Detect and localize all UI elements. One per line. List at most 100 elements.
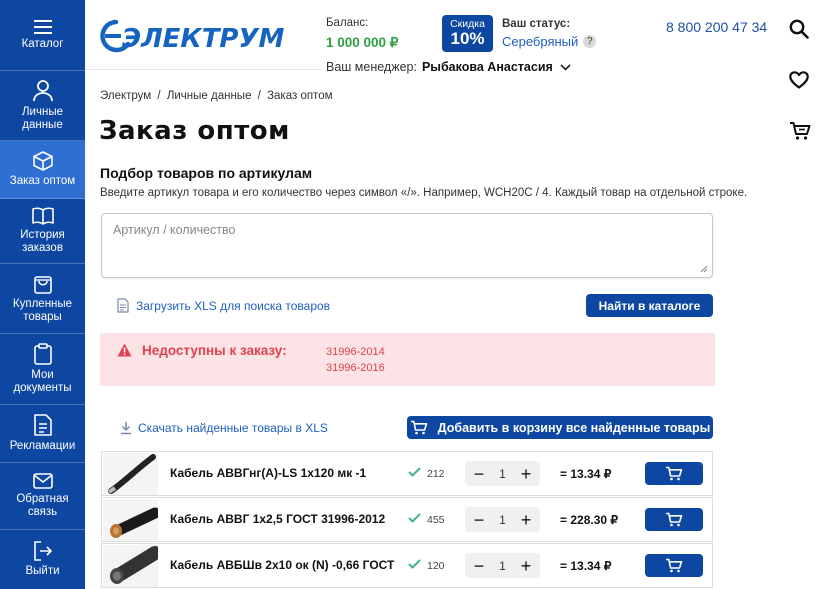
sidebar-item-label: Мои документы <box>13 369 72 394</box>
quantity-input[interactable]: 1 <box>499 467 506 481</box>
check-icon <box>408 467 421 477</box>
decrease-button[interactable]: − <box>473 557 485 575</box>
unavailable-codes: 31996-2014 31996-2016 <box>326 344 385 376</box>
add-all-label: Добавить в корзину все найденные товары <box>437 420 711 435</box>
breadcrumb-separator: / <box>257 90 261 102</box>
section-title: Подбор товаров по артикулам <box>100 165 313 181</box>
download-xls-link[interactable]: Скачать найденные товары в XLS <box>120 421 328 435</box>
check-icon <box>408 513 421 523</box>
product-image[interactable] <box>103 453 158 495</box>
cart-icon <box>666 558 683 573</box>
add-to-cart-button[interactable] <box>645 554 703 577</box>
hint-text: Введите артикул товара и его количество … <box>100 187 748 199</box>
download-icon <box>121 422 131 435</box>
product-price: = 228.30 ₽ <box>560 513 619 527</box>
sidebar-item-claims[interactable]: Рекламации <box>0 405 85 463</box>
clipboard-icon <box>33 343 52 365</box>
breadcrumb-link-personal[interactable]: Личные данные <box>167 90 252 102</box>
stock-count: 212 <box>427 468 445 480</box>
product-image[interactable] <box>103 545 158 587</box>
increase-button[interactable]: + <box>520 511 532 529</box>
article-quantity-textarea[interactable]: Артикул / количество <box>101 213 713 278</box>
logo-text: ЭЛЕКТРУМ <box>122 24 284 54</box>
add-to-cart-button[interactable] <box>645 508 703 531</box>
menu-icon <box>33 19 52 34</box>
sidebar-item-feedback[interactable]: Обратная связь <box>0 463 85 530</box>
logout-icon <box>33 541 53 561</box>
cart-icon[interactable] <box>789 121 811 141</box>
logo[interactable]: ЭЛЕКТРУМ <box>98 18 284 54</box>
phone-number[interactable]: 8 800 200 47 34 <box>666 19 767 35</box>
heart-icon[interactable] <box>789 71 809 89</box>
sidebar-item-wholesale[interactable]: Заказ оптом <box>0 141 85 199</box>
upload-xls-link[interactable]: Загрузить XLS для поиска товаров <box>117 298 330 313</box>
sidebar-item-documents[interactable]: Мои документы <box>0 334 85 405</box>
cart-icon <box>410 420 427 435</box>
search-icon[interactable] <box>789 19 809 39</box>
product-row: Кабель АВВГ 1х2,5 ГОСТ 31996-2012 455 − … <box>101 497 713 542</box>
sidebar-item-label: История заказов <box>20 229 65 254</box>
sidebar-item-history[interactable]: История заказов <box>0 199 85 264</box>
quantity-input[interactable]: 1 <box>499 559 506 573</box>
sidebar-item-logout[interactable]: Выйти <box>0 530 85 589</box>
status-text: Серебряный <box>502 34 579 49</box>
stock-count: 455 <box>427 514 445 526</box>
stock-count: 120 <box>427 560 445 572</box>
increase-button[interactable]: + <box>520 465 532 483</box>
book-icon <box>31 207 54 225</box>
manager-name: Рыбакова Анастасия <box>421 60 553 74</box>
increase-button[interactable]: + <box>520 557 532 575</box>
quantity-stepper: − 1 + <box>465 461 540 486</box>
alert-title: Недоступны к заказу: <box>142 343 287 358</box>
add-all-to-cart-button[interactable]: Добавить в корзину все найденные товары <box>407 416 713 439</box>
decrease-button[interactable]: − <box>473 465 485 483</box>
box-icon <box>32 151 53 171</box>
cart-icon <box>666 512 683 527</box>
breadcrumb-link-home[interactable]: Электрум <box>100 90 151 102</box>
document-icon <box>33 414 52 436</box>
find-in-catalog-button[interactable]: Найти в каталоге <box>586 294 713 317</box>
product-price: = 13.34 ₽ <box>560 467 612 481</box>
status-value: Серебряный ? <box>502 34 597 49</box>
unavailable-code[interactable]: 31996-2014 <box>326 344 385 360</box>
warning-icon <box>117 343 132 357</box>
textarea-placeholder: Артикул / количество <box>113 223 236 237</box>
sidebar-item-label: Купленные товары <box>12 297 73 323</box>
file-icon <box>117 298 129 313</box>
unavailable-code[interactable]: 31996-2016 <box>326 360 385 376</box>
chevron-down-icon <box>560 63 571 71</box>
sidebar-item-label: Выйти <box>25 565 60 577</box>
product-row: Кабель АВВГнг(А)-LS 1х120 мк -1 212 − 1 … <box>101 451 713 496</box>
product-price: = 13.34 ₽ <box>560 559 612 573</box>
breadcrumb: Электрум / Личные данные / Заказ оптом <box>100 90 336 102</box>
status-label: Ваш статус: <box>502 18 571 30</box>
sidebar-item-personal[interactable]: Личные данные <box>0 71 85 141</box>
product-name[interactable]: Кабель АВВГ 1х2,5 ГОСТ 31996-2012 <box>170 512 385 526</box>
mail-icon <box>32 473 53 489</box>
manager-selector[interactable]: Ваш менеджер: Рыбакова Анастасия <box>326 60 571 74</box>
check-icon <box>408 559 421 569</box>
quantity-input[interactable]: 1 <box>499 513 506 527</box>
help-icon[interactable]: ? <box>583 35 597 48</box>
sidebar-item-catalog[interactable]: Каталог <box>0 0 85 71</box>
download-xls-label: Скачать найденные товары в XLS <box>138 421 328 435</box>
product-name[interactable]: Кабель АВВГнг(А)-LS 1х120 мк -1 <box>170 466 366 480</box>
sidebar-item-label: Личные данные <box>22 105 63 131</box>
product-row: Кабель АВБШв 2х10 ок (N) -0,66 ГОСТ 120 … <box>101 543 713 588</box>
bag-icon <box>33 274 52 294</box>
add-to-cart-button[interactable] <box>645 462 703 485</box>
sidebar: Каталог Личные данные Заказ оптом Истори… <box>0 0 85 589</box>
balance-value: 1 000 000 ₽ <box>326 35 399 50</box>
quantity-stepper: − 1 + <box>465 507 540 532</box>
header-divider <box>85 69 322 70</box>
breadcrumb-current: Заказ оптом <box>267 90 333 102</box>
sidebar-item-label: Заказ оптом <box>9 175 76 187</box>
resize-handle-icon[interactable] <box>700 265 708 273</box>
balance-label: Баланс: <box>326 17 369 29</box>
user-icon <box>32 79 53 102</box>
sidebar-item-purchased[interactable]: Купленные товары <box>0 264 85 334</box>
product-name[interactable]: Кабель АВБШв 2х10 ок (N) -0,66 ГОСТ <box>170 558 394 572</box>
sidebar-item-label: Каталог <box>21 37 64 50</box>
product-image[interactable] <box>103 499 158 541</box>
decrease-button[interactable]: − <box>473 511 485 529</box>
